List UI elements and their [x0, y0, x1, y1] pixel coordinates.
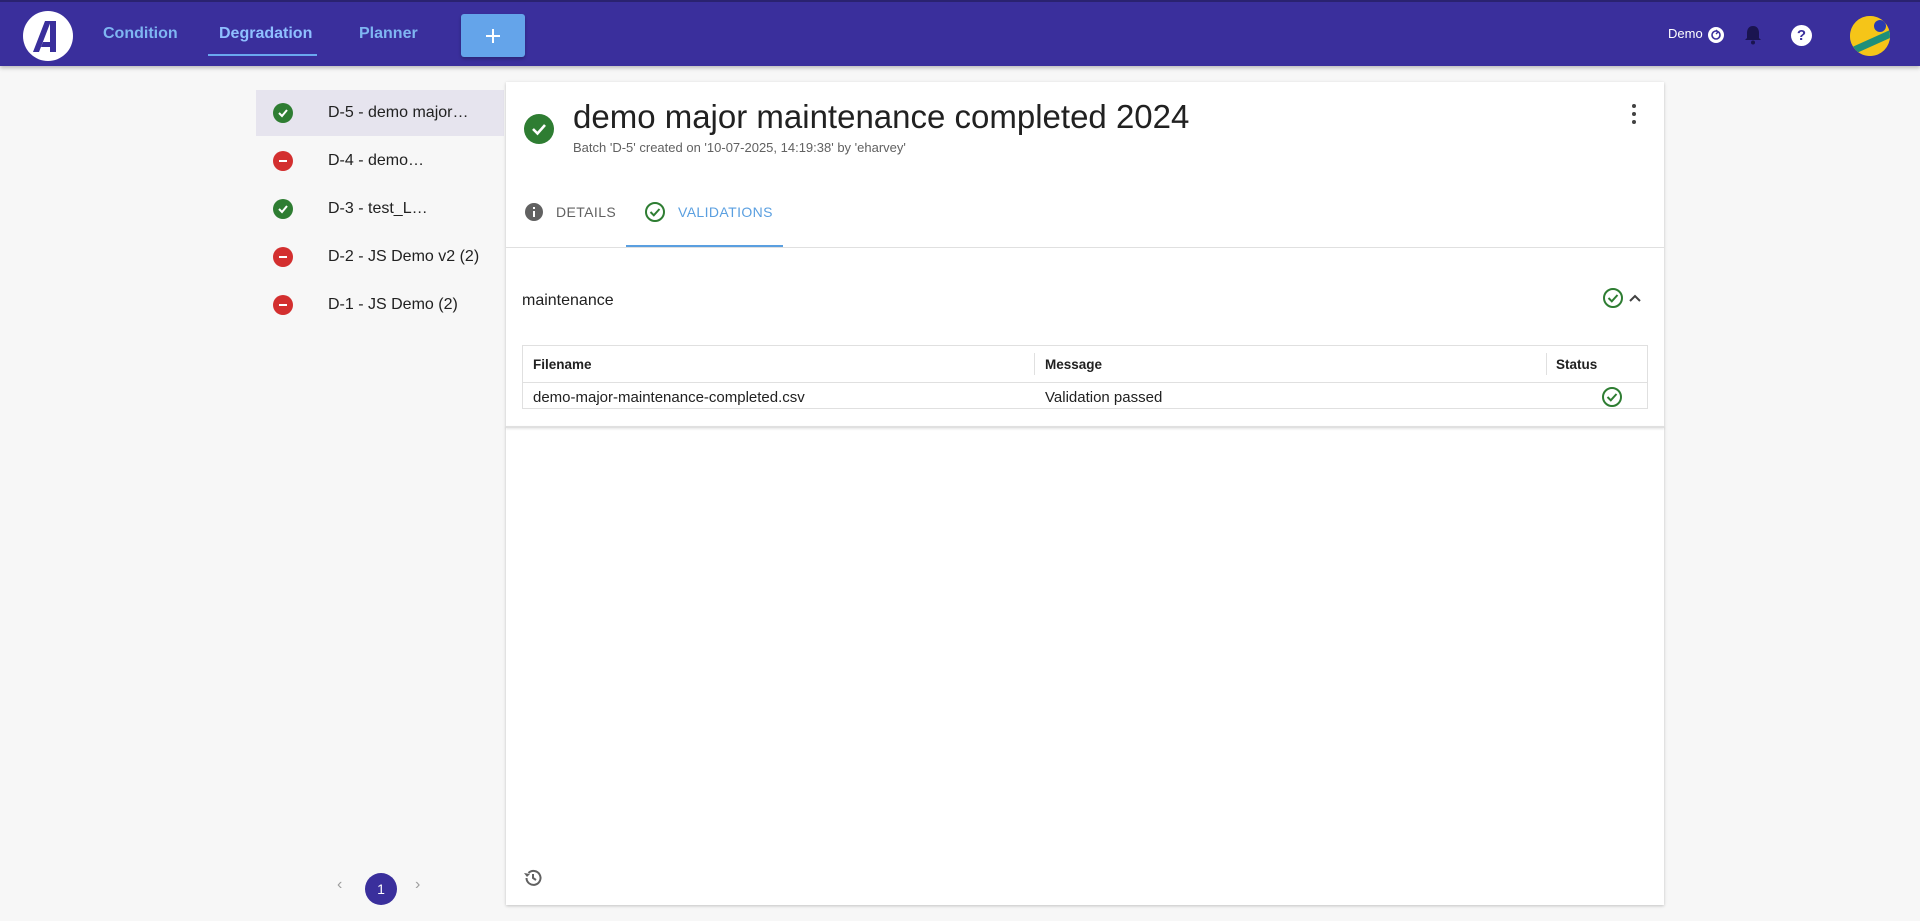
batch-subtitle: Batch 'D-5' created on '10-07-2025, 14:1… — [573, 140, 906, 155]
section-divider — [506, 426, 1664, 428]
check-circle-icon — [1602, 287, 1624, 314]
column-header-message[interactable]: Message — [1045, 357, 1102, 372]
mode-switch-icon[interactable] — [1708, 27, 1724, 43]
top-app-bar: Condition Degradation Planner Demo ? — [0, 0, 1920, 66]
nav-tab-condition[interactable]: Condition — [103, 2, 178, 66]
pagination-prev-button[interactable]: ‹ — [337, 876, 342, 894]
logo-icon — [33, 21, 56, 52]
validation-section-title: maintenance — [522, 292, 614, 309]
mode-label: Demo — [1668, 26, 1703, 41]
column-divider — [1546, 353, 1547, 375]
column-header-filename[interactable]: Filename — [533, 357, 592, 372]
batch-list-item-label: D-3 - test_L… — [328, 200, 428, 217]
error-circle-icon — [273, 295, 293, 315]
batch-list-item[interactable]: D-2 - JS Demo v2 (2) — [256, 234, 504, 280]
nav-tab-planner[interactable]: Planner — [359, 2, 418, 66]
plus-icon — [486, 28, 500, 43]
cell-message: Validation passed — [1045, 389, 1163, 406]
pagination-page-button[interactable]: 1 — [365, 873, 397, 905]
batch-list-item-label: D-4 - demo… — [328, 152, 425, 169]
check-circle-icon — [273, 103, 293, 123]
add-batch-button[interactable] — [461, 14, 525, 57]
cell-filename: demo-major-maintenance-completed.csv — [533, 389, 805, 406]
help-icon[interactable]: ? — [1791, 25, 1812, 46]
tab-validations[interactable]: VALIDATIONS — [644, 194, 773, 230]
validation-table: Filename Message Status demo-major-maint… — [522, 345, 1648, 409]
notifications-bell-icon[interactable] — [1743, 24, 1763, 51]
check-circle-icon — [644, 201, 666, 223]
batch-list-item[interactable]: D-5 - demo major… — [256, 90, 504, 136]
batch-detail-card: demo major maintenance completed 2024 Ba… — [506, 82, 1664, 905]
batch-status-check-icon — [524, 114, 554, 144]
check-circle-icon — [273, 199, 293, 219]
batch-list-item-label: D-5 - demo major… — [328, 104, 469, 121]
history-icon[interactable] — [522, 867, 544, 894]
batch-list-item-label: D-2 - JS Demo v2 (2) — [328, 248, 480, 265]
tab-details[interactable]: DETAILS — [524, 194, 616, 230]
batch-title: demo major maintenance completed 2024 — [573, 98, 1190, 135]
error-circle-icon — [273, 247, 293, 267]
column-divider — [1034, 353, 1035, 375]
batch-list-item[interactable]: D-1 - JS Demo (2) — [256, 282, 504, 328]
tab-details-label: DETAILS — [556, 204, 617, 220]
user-avatar[interactable] — [1850, 16, 1890, 56]
column-header-status[interactable]: Status — [1556, 357, 1597, 372]
batch-list-item-label: D-1 - JS Demo (2) — [328, 296, 458, 313]
nav-tab-active-indicator — [208, 54, 317, 56]
chevron-up-icon[interactable] — [1626, 289, 1644, 312]
batch-list-item[interactable]: D-4 - demo… — [256, 138, 504, 184]
tab-validations-label: VALIDATIONS — [678, 204, 773, 220]
more-options-icon[interactable] — [1630, 104, 1638, 124]
info-icon — [524, 202, 544, 222]
tab-divider — [506, 247, 1664, 248]
batch-list-item[interactable]: D-3 - test_L… — [256, 186, 504, 232]
check-circle-icon — [1601, 386, 1623, 413]
nav-tab-degradation[interactable]: Degradation — [219, 2, 312, 66]
pagination-next-button[interactable]: › — [415, 876, 420, 894]
app-logo[interactable] — [23, 11, 73, 61]
header-row-divider — [523, 382, 1647, 383]
error-circle-icon — [273, 151, 293, 171]
